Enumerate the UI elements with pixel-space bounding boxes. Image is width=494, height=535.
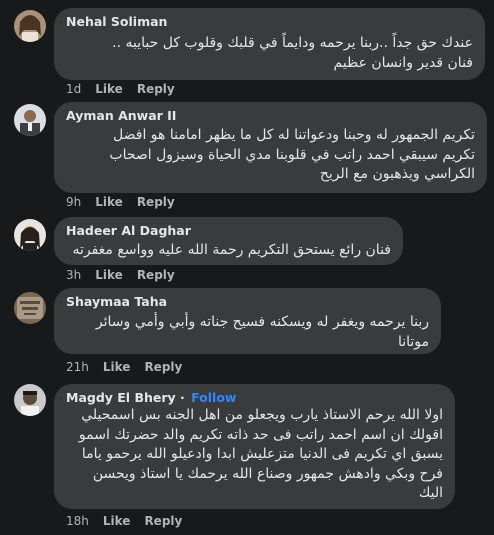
comment-bubble: Ayman Anwar II تكريم الجمهور له وحبنا ود… [54, 102, 487, 193]
like-button[interactable]: Like [103, 514, 131, 528]
avatar[interactable] [14, 10, 46, 42]
comment-text: اولا الله يرحم الاستاذ يارب ويجعلو من اه… [78, 407, 443, 501]
comment-timestamp[interactable]: 9h [66, 195, 81, 209]
comment-text: ربنا يرحمه ويغفر له ويسكنه فسيح جناته وأ… [95, 314, 429, 350]
like-button[interactable]: Like [95, 268, 123, 282]
comment-bubble: Nehal Soliman عندك حق جداً ..ربنا يرحمه … [54, 8, 485, 80]
reply-button[interactable]: Reply [137, 195, 175, 209]
comment-bubble: Magdy El Bhery · Follow اولا الله يرحم ا… [54, 384, 455, 509]
comment-author-name[interactable]: Magdy El Bhery [66, 390, 176, 405]
comment-author[interactable]: Shaymaa Taha [66, 294, 167, 309]
comment-actions: 18h Like Reply [66, 514, 182, 528]
comment-actions: 21h Like Reply [66, 360, 182, 374]
comment-text: تكريم الجمهور له وحبنا ودعواتنا له كل ما… [109, 127, 475, 182]
comment-timestamp[interactable]: 21h [66, 360, 89, 374]
comment-author[interactable]: Hadeer Al Daghar [66, 223, 191, 238]
like-button[interactable]: Like [95, 195, 123, 209]
comment-bubble: Shaymaa Taha ربنا يرحمه ويغفر له ويسكنه … [54, 288, 441, 354]
comment-author[interactable]: Ayman Anwar II [66, 108, 176, 123]
reply-button[interactable]: Reply [137, 268, 175, 282]
comment-text: عندك حق جداً ..ربنا يرحمه ودايماً في قلب… [112, 35, 473, 71]
comment-author[interactable]: Nehal Soliman [66, 14, 167, 29]
comment-timestamp[interactable]: 1d [66, 82, 81, 96]
reply-button[interactable]: Reply [144, 514, 182, 528]
comment-text: فنان رائع يستحق التكريم رحمة الله عليه و… [72, 242, 391, 258]
comment-timestamp[interactable]: 3h [66, 268, 81, 282]
avatar[interactable] [14, 219, 46, 251]
reply-button[interactable]: Reply [137, 82, 175, 96]
reply-button[interactable]: Reply [144, 360, 182, 374]
comment-actions: 3h Like Reply [66, 268, 175, 282]
comment-actions: 1d Like Reply [66, 82, 175, 96]
comment-timestamp[interactable]: 18h [66, 514, 89, 528]
follow-button[interactable]: Follow [191, 390, 236, 405]
avatar[interactable] [14, 384, 46, 416]
like-button[interactable]: Like [103, 360, 131, 374]
comment-author[interactable]: Magdy El Bhery · Follow [66, 390, 236, 405]
avatar[interactable] [14, 104, 46, 136]
like-button[interactable]: Like [95, 82, 123, 96]
comment-bubble: Hadeer Al Daghar فنان رائع يستحق التكريم… [54, 217, 403, 265]
comment-actions: 9h Like Reply [66, 195, 175, 209]
avatar[interactable] [14, 292, 46, 324]
